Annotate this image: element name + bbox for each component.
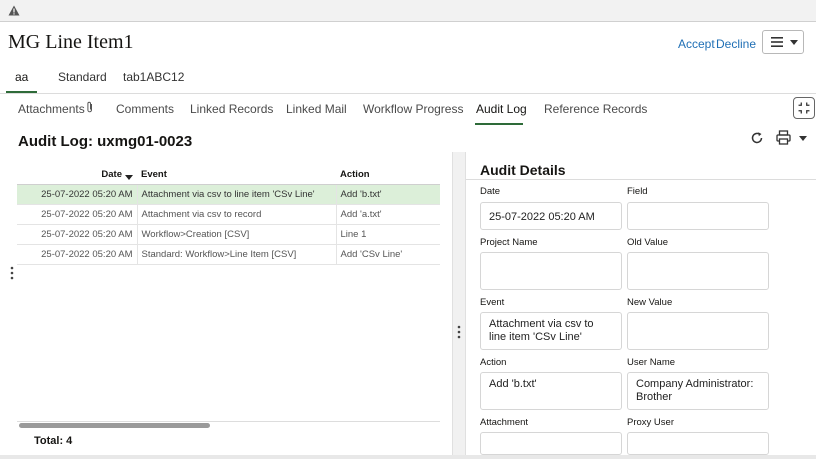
drag-handle-icon[interactable]	[457, 325, 461, 339]
scrollbar-thumb[interactable]	[19, 423, 210, 428]
date-field: 25-07-2022 05:20 AM	[480, 202, 622, 230]
column-header-action[interactable]: Action	[336, 166, 440, 185]
table-header-row: Date Event Action	[17, 166, 440, 185]
action-field: Add 'b.txt'	[480, 372, 622, 410]
window-bottom-edge	[0, 455, 816, 459]
tab-audit-log[interactable]: Audit Log	[476, 102, 527, 116]
subtab-aa[interactable]: aa	[15, 70, 28, 84]
cell-action: Add 'CSv Line'	[335, 244, 440, 265]
divider	[466, 179, 816, 180]
label-project-name: Project Name	[480, 237, 538, 248]
print-icon[interactable]	[776, 130, 791, 145]
tab-linked-mail[interactable]: Linked Mail	[286, 102, 347, 116]
label-date: Date	[480, 186, 501, 197]
cell-date: 25-07-2022 05:20 AM	[17, 204, 137, 225]
cell-event: Workflow>Creation [CSV]	[136, 224, 336, 245]
accept-link[interactable]: Accept	[678, 37, 715, 51]
hamburger-icon	[771, 37, 783, 47]
chevron-down-icon	[790, 40, 798, 45]
actions-menu-button[interactable]	[762, 30, 804, 54]
column-header-date[interactable]: Date	[17, 166, 137, 185]
panel-splitter[interactable]	[452, 152, 466, 459]
cell-date: 25-07-2022 05:20 AM	[17, 244, 137, 265]
project-name-field	[480, 252, 622, 290]
tab-attachments[interactable]: Attachments	[18, 102, 85, 116]
cell-event: Standard: Workflow>Line Item [CSV]	[136, 244, 336, 265]
column-header-event[interactable]: Event	[137, 166, 336, 185]
table-row[interactable]: 25-07-2022 05:20 AM Workflow>Creation [C…	[17, 224, 440, 245]
label-proxy-user: Proxy User	[627, 417, 674, 428]
expand-button[interactable]	[793, 97, 815, 119]
table-row[interactable]: 25-07-2022 05:20 AM Attachment via csv t…	[17, 204, 440, 225]
page-title: Audit Log: uxmg01-0023	[18, 133, 193, 150]
event-field: Attachment via csv to line item 'CSv Lin…	[480, 312, 622, 350]
label-event: Event	[480, 297, 505, 308]
subtab-tab1abc12[interactable]: tab1ABC12	[123, 70, 184, 84]
old-value-field	[627, 252, 769, 290]
top-strip	[0, 0, 816, 22]
cell-action: Add 'a.txt'	[335, 204, 440, 225]
table-row[interactable]: 25-07-2022 05:20 AM Attachment via csv t…	[17, 184, 440, 205]
proxy-user-field	[627, 432, 769, 455]
tab-comments[interactable]: Comments	[116, 102, 174, 116]
refresh-icon[interactable]	[750, 131, 764, 145]
record-title: MG Line Item1	[8, 31, 134, 53]
sort-desc-icon[interactable]	[125, 175, 133, 181]
tab-reference-records[interactable]: Reference Records	[544, 102, 647, 116]
tab-linked-records[interactable]: Linked Records	[190, 102, 273, 116]
warning-icon	[8, 5, 20, 16]
subtab-standard[interactable]: Standard	[58, 70, 107, 84]
tab-workflow-progress[interactable]: Workflow Progress	[363, 102, 463, 116]
attachment-field	[480, 432, 622, 455]
label-new-value: New Value	[627, 297, 673, 308]
expand-icon	[798, 102, 810, 114]
new-value-field	[627, 312, 769, 350]
cell-action: Line 1	[335, 224, 440, 245]
cell-date: 25-07-2022 05:20 AM	[17, 224, 137, 245]
audit-log-table: Date Event Action 25-07-2022 05:20 AM At…	[17, 166, 440, 265]
total-count: Total: 4	[34, 435, 73, 447]
label-user-name: User Name	[627, 357, 676, 368]
table-row[interactable]: 25-07-2022 05:20 AM Standard: Workflow>L…	[17, 244, 440, 265]
divider	[0, 93, 816, 94]
chevron-down-icon[interactable]	[799, 136, 807, 141]
label-attachment: Attachment	[480, 417, 529, 428]
decline-link[interactable]: Decline	[716, 37, 756, 51]
cell-event: Attachment via csv to record	[136, 204, 336, 225]
drag-handle-icon[interactable]	[10, 266, 14, 280]
tab-active-indicator	[475, 123, 523, 125]
cell-action: Add 'b.txt'	[335, 184, 440, 205]
user-name-field: Company Administrator: Brother	[627, 372, 769, 410]
label-action: Action	[480, 357, 507, 368]
paperclip-icon	[87, 101, 92, 113]
details-title: Audit Details	[480, 162, 566, 178]
cell-date: 25-07-2022 05:20 AM	[17, 184, 137, 205]
label-old-value: Old Value	[627, 237, 669, 248]
cell-event: Attachment via csv to line item 'CSv Lin…	[136, 184, 336, 205]
field-field	[627, 202, 769, 230]
label-field: Field	[627, 186, 648, 197]
